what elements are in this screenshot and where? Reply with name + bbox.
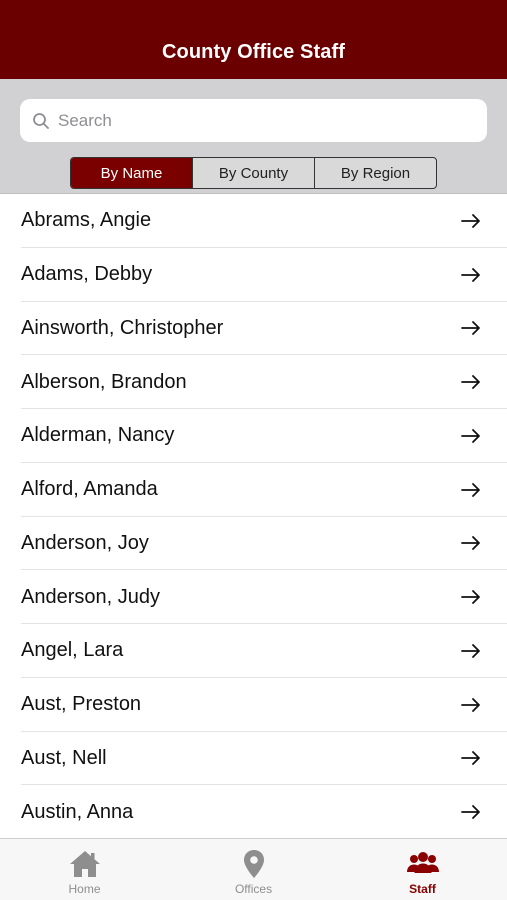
arrow-right-icon [461, 805, 480, 820]
staff-row[interactable]: Anderson, Joy [0, 517, 507, 571]
staff-name: Alford, Amanda [21, 478, 158, 501]
tab-label: Home [68, 881, 101, 896]
staff-row[interactable]: Aust, Nell [0, 732, 507, 786]
search-icon [33, 112, 49, 129]
search-input[interactable] [58, 105, 458, 136]
segment-by-name[interactable]: By Name [71, 158, 193, 188]
arrow-right-icon [461, 643, 480, 658]
arrow-right-icon [461, 590, 480, 605]
arrow-right-icon [461, 751, 480, 766]
staff-row[interactable]: Angel, Lara [0, 624, 507, 678]
staff-name: Aust, Nell [21, 746, 107, 769]
staff-name: Austin, Anna [21, 800, 134, 823]
arrow-right-icon [461, 267, 480, 282]
arrow-right-icon [461, 213, 480, 228]
arrow-right-icon [461, 482, 480, 497]
map-pin-icon [243, 849, 264, 878]
staff-name: Angel, Lara [21, 639, 124, 662]
staff-row[interactable]: Aust, Preston [0, 678, 507, 732]
staff-list: Abrams, Angie Adams, Debby Ainsworth, Ch… [0, 194, 507, 838]
home-icon [69, 850, 100, 877]
segment-by-region[interactable]: By Region [315, 158, 436, 188]
arrow-right-icon [461, 321, 480, 336]
nav-bar: County Office Staff [0, 0, 507, 79]
sort-segmented-control: By Name By County By Region [70, 157, 437, 189]
staff-name: Adams, Debby [21, 263, 153, 286]
search-area: By Name By County By Region [0, 79, 507, 194]
staff-name: Aust, Preston [21, 693, 142, 716]
staff-name: Abrams, Angie [21, 209, 152, 232]
tab-label: Offices [234, 881, 273, 896]
tab-bar: Home Offices Staff [0, 838, 507, 900]
arrow-right-icon [461, 428, 480, 443]
people-icon [406, 851, 439, 873]
page-title: County Office Staff [161, 41, 345, 63]
tab-home[interactable]: Home [0, 839, 169, 900]
staff-name: Anderson, Joy [21, 531, 149, 554]
staff-row[interactable]: Alderman, Nancy [0, 409, 507, 463]
arrow-right-icon [461, 375, 480, 390]
staff-row[interactable]: Austin, Anna [0, 785, 507, 838]
tab-staff[interactable]: Staff [338, 839, 507, 900]
staff-name: Alberson, Brandon [21, 370, 187, 393]
tab-offices[interactable]: Offices [169, 839, 338, 900]
staff-name: Anderson, Judy [21, 585, 160, 608]
segment-by-county[interactable]: By County [193, 158, 315, 188]
staff-row[interactable]: Adams, Debby [0, 248, 507, 302]
staff-row[interactable]: Ainsworth, Christopher [0, 302, 507, 356]
tab-label: Staff [409, 881, 436, 896]
staff-name: Ainsworth, Christopher [21, 316, 224, 339]
staff-name: Alderman, Nancy [21, 424, 175, 447]
staff-row[interactable]: Anderson, Judy [0, 570, 507, 624]
arrow-right-icon [461, 697, 480, 712]
staff-row[interactable]: Alford, Amanda [0, 463, 507, 517]
staff-row[interactable]: Alberson, Brandon [0, 355, 507, 409]
arrow-right-icon [461, 536, 480, 551]
staff-row[interactable]: Abrams, Angie [0, 194, 507, 248]
search-box[interactable] [20, 99, 487, 142]
